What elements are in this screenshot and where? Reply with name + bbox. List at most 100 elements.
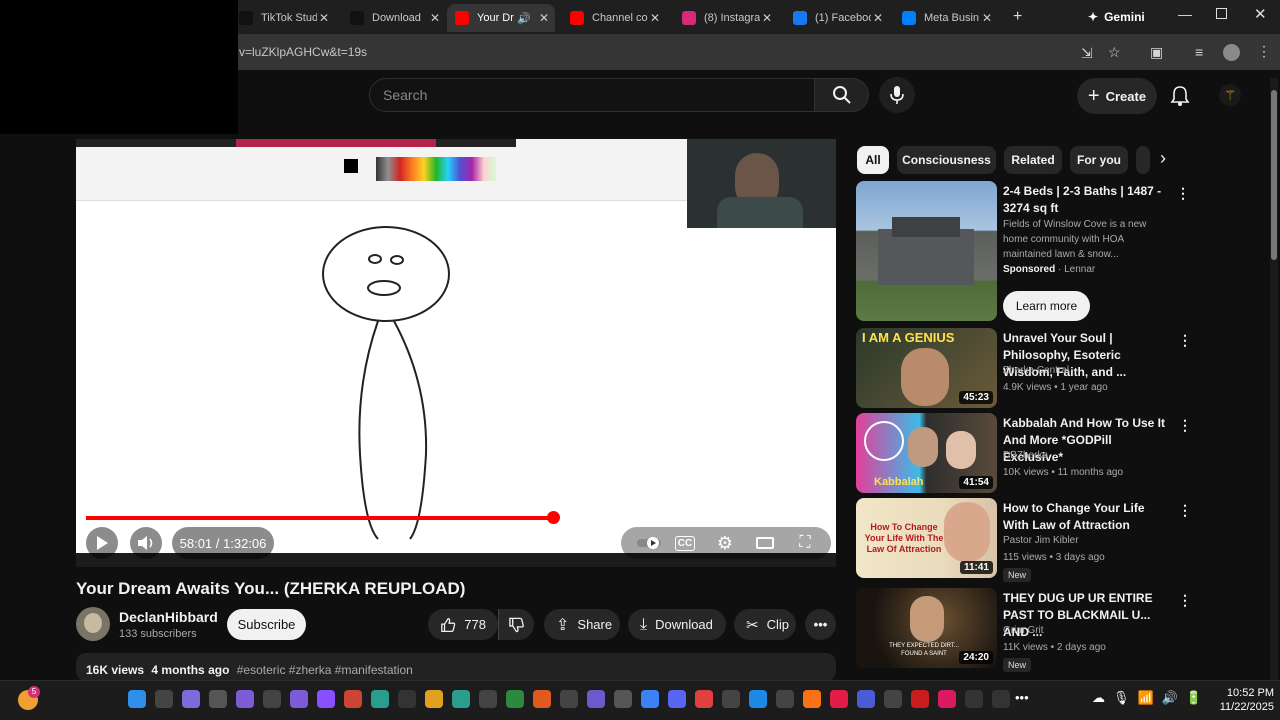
volume-button[interactable] bbox=[130, 527, 162, 559]
search-input[interactable]: Search bbox=[369, 78, 815, 112]
firefox-icon[interactable] bbox=[803, 690, 821, 708]
rec-thumbnail[interactable]: THEY EXPECTED DIRT... FOUND A SAINT 24:2… bbox=[856, 588, 997, 668]
install-icon[interactable]: ⇲ bbox=[1081, 45, 1093, 62]
hashtags[interactable]: #esoteric #zherka #manifestation bbox=[237, 663, 413, 677]
bookmark-star-icon[interactable]: ☆ bbox=[1108, 44, 1121, 61]
url-field[interactable]: v=luZKlpAGHCw&t=19s bbox=[239, 45, 367, 59]
more-vertical-icon[interactable]: ⋮ bbox=[1178, 502, 1192, 519]
rec-thumbnail[interactable]: How To Change Your Life With The Law Of … bbox=[856, 498, 997, 578]
search-icon[interactable] bbox=[155, 690, 173, 708]
opera-icon[interactable] bbox=[911, 690, 929, 708]
settings-icon[interactable] bbox=[479, 690, 497, 708]
start-icon[interactable] bbox=[128, 690, 146, 708]
terminal-icon[interactable] bbox=[560, 690, 578, 708]
teams-icon[interactable] bbox=[236, 690, 254, 708]
rec-item[interactable]: THEY EXPECTED DIRT... FOUND A SAINT 24:2… bbox=[856, 588, 1196, 672]
tab-close-icon[interactable]: ✕ bbox=[539, 11, 549, 25]
app-icon[interactable] bbox=[371, 690, 389, 708]
tab-close-icon[interactable]: ✕ bbox=[430, 11, 440, 25]
account-avatar[interactable]: ⚚ bbox=[1219, 84, 1241, 106]
rec-item[interactable]: Kabbalah 41:54 Kabbalah And How To Use I… bbox=[856, 413, 1196, 493]
voice-search-button[interactable] bbox=[879, 77, 915, 113]
settings-button[interactable]: ⚙ bbox=[712, 527, 738, 559]
browser-tab[interactable]: Channel co ✕ bbox=[562, 4, 666, 32]
chips-next-button[interactable]: › bbox=[1160, 148, 1166, 169]
split-view-icon[interactable]: ▣ bbox=[1150, 44, 1163, 61]
more-vertical-icon[interactable]: ⋮ bbox=[1178, 332, 1192, 349]
app-icon[interactable] bbox=[290, 690, 308, 708]
learn-more-button[interactable]: Learn more bbox=[1003, 291, 1090, 321]
maximize-button[interactable] bbox=[1216, 8, 1227, 19]
browser-tab[interactable]: (1) Faceboo ✕ bbox=[785, 4, 889, 32]
app-icon[interactable] bbox=[992, 690, 1010, 708]
share-button[interactable]: ⇪ Share bbox=[544, 609, 620, 640]
app-icon[interactable] bbox=[857, 690, 875, 708]
minimize-button[interactable]: — bbox=[1178, 6, 1192, 22]
new-tab-button[interactable]: + bbox=[1013, 8, 1022, 26]
app-icon[interactable] bbox=[398, 690, 416, 708]
progress-bar[interactable] bbox=[86, 511, 827, 524]
app-icon[interactable] bbox=[776, 690, 794, 708]
app-icon[interactable] bbox=[587, 690, 605, 708]
like-button[interactable]: 778 bbox=[428, 609, 498, 640]
description-box[interactable]: 16K views 4 months ago #esoteric #zherka… bbox=[76, 653, 836, 681]
chip-related[interactable]: Related bbox=[1004, 146, 1062, 174]
chrome-icon[interactable] bbox=[641, 690, 659, 708]
tray-icons[interactable]: ☁🎙📶🔊🔋 bbox=[1092, 690, 1210, 706]
browser-tab[interactable]: Your Dr 🔊 ✕ bbox=[447, 4, 555, 32]
rec-channel[interactable]: Pastor Jim Kibler bbox=[1003, 535, 1079, 546]
channel-avatar[interactable] bbox=[76, 607, 110, 641]
app-icon[interactable] bbox=[965, 690, 983, 708]
ad-thumbnail[interactable] bbox=[856, 181, 997, 321]
profile-avatar[interactable] bbox=[1223, 44, 1240, 61]
app-icon[interactable] bbox=[263, 690, 281, 708]
rec-item[interactable]: How To Change Your Life With The Law Of … bbox=[856, 498, 1196, 582]
browser-tab[interactable]: Meta Busin ✕ bbox=[894, 4, 998, 32]
discord-icon[interactable] bbox=[668, 690, 686, 708]
ad-title[interactable]: 2-4 Beds | 2-3 Baths | 1487 - 3274 sq ft bbox=[1003, 183, 1168, 217]
download-button[interactable]: ⤓ Download bbox=[628, 609, 726, 640]
tiktok-icon[interactable] bbox=[938, 690, 956, 708]
rec-channel[interactable]: Grim Grit bbox=[1003, 625, 1044, 636]
video-player[interactable]: 58:01 / 1:32:06 CC ⚙ ⛶ bbox=[76, 139, 836, 567]
dislike-button[interactable] bbox=[498, 609, 534, 640]
fullscreen-button[interactable]: ⛶ bbox=[792, 527, 818, 559]
app-icon[interactable] bbox=[317, 690, 335, 708]
theater-mode-button[interactable] bbox=[752, 527, 778, 559]
rec-channel[interactable]: DBZherka bbox=[1003, 450, 1048, 461]
browser-tab[interactable]: Download ✕ bbox=[342, 4, 446, 32]
more-vertical-icon[interactable]: ⋮ bbox=[1178, 417, 1192, 434]
app-icon[interactable] bbox=[344, 690, 362, 708]
browser-tab[interactable]: TikTok Stud ✕ bbox=[231, 4, 335, 32]
clip-button[interactable]: ✂ Clip bbox=[734, 609, 796, 640]
edge-icon[interactable] bbox=[452, 690, 470, 708]
chip-all[interactable]: All bbox=[857, 146, 889, 174]
brave-icon[interactable] bbox=[830, 690, 848, 708]
browser-tab[interactable]: (8) Instagra ✕ bbox=[674, 4, 778, 32]
tray-overflow-icon[interactable]: ••• bbox=[1015, 690, 1029, 705]
app-icon[interactable] bbox=[614, 690, 632, 708]
chrome-icon[interactable] bbox=[506, 690, 524, 708]
more-vertical-icon[interactable]: ⋮ bbox=[1178, 592, 1192, 609]
close-window-button[interactable]: ✕ bbox=[1254, 5, 1267, 23]
app-icon[interactable] bbox=[722, 690, 740, 708]
autoplay-toggle[interactable] bbox=[636, 527, 662, 559]
folder-icon[interactable] bbox=[425, 690, 443, 708]
app-icon[interactable] bbox=[182, 690, 200, 708]
more-vertical-icon[interactable]: ⋮ bbox=[1176, 185, 1190, 202]
rec-channel[interactable]: Zherka Central bbox=[1003, 365, 1069, 376]
search-button[interactable] bbox=[815, 78, 869, 112]
chip-for-you[interactable]: For you bbox=[1070, 146, 1128, 174]
app-icon[interactable] bbox=[749, 690, 767, 708]
subscribe-button[interactable]: Subscribe bbox=[227, 609, 306, 640]
play-button[interactable] bbox=[86, 527, 118, 559]
more-actions-button[interactable]: ••• bbox=[805, 609, 836, 640]
tab-close-icon[interactable]: ✕ bbox=[319, 11, 329, 25]
system-clock[interactable]: 10:52 PM 11/22/2025 bbox=[1208, 686, 1274, 714]
rec-item[interactable]: I AM A GENIUS 45:23 Unravel Your Soul | … bbox=[856, 328, 1196, 408]
media-controls-icon[interactable]: ≡ bbox=[1195, 44, 1203, 60]
channel-name[interactable]: DeclanHibbard bbox=[119, 609, 218, 625]
chrome-active-icon[interactable] bbox=[695, 690, 713, 708]
app-icon[interactable] bbox=[209, 690, 227, 708]
gemini-button[interactable]: ✦ Gemini bbox=[1088, 10, 1145, 24]
